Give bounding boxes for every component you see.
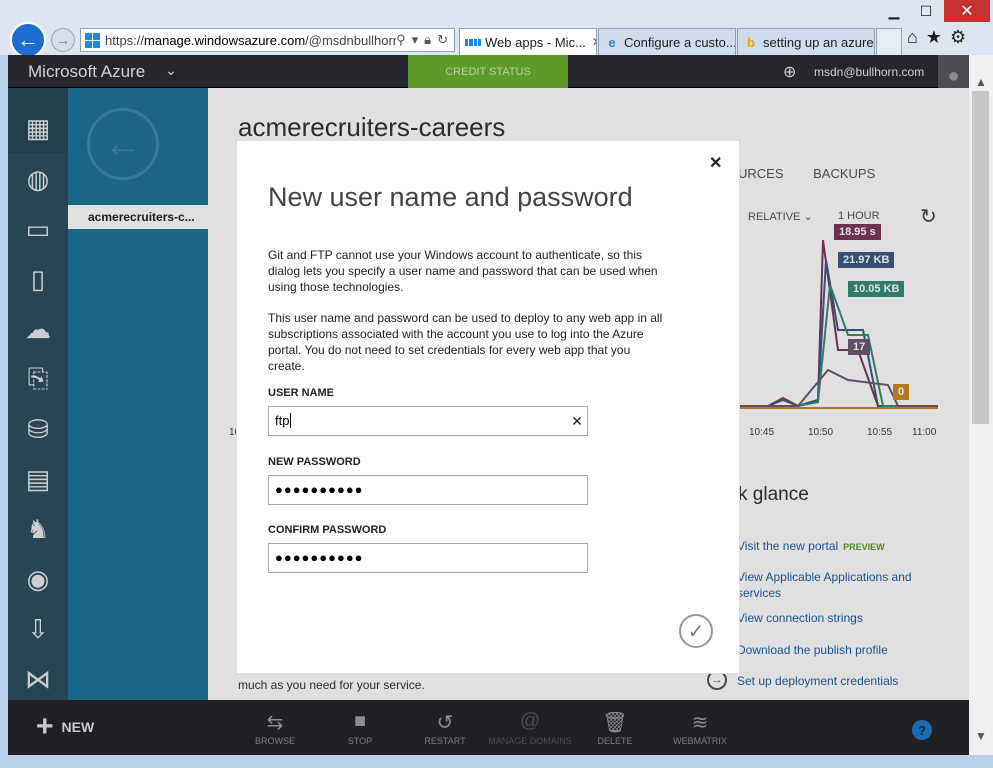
windows-logo-icon xyxy=(85,32,100,48)
confirm-password-label: CONFIRM PASSWORD xyxy=(268,524,387,536)
forward-button[interactable]: → xyxy=(51,28,75,52)
tab-configure-custom[interactable]: e Configure a custo... xyxy=(598,28,736,55)
user-email[interactable]: msdn@bullhorn.com xyxy=(814,65,924,79)
plus-icon: + xyxy=(36,710,54,743)
dialog-description-2: This user name and password can be used … xyxy=(268,311,663,373)
checkmark-icon: ✓ xyxy=(687,620,705,643)
bing-icon: b xyxy=(747,34,755,50)
back-arrow-icon: ← xyxy=(17,27,39,52)
windows-logo-icon xyxy=(465,34,481,50)
address-url[interactable]: https://manage.windowsazure.com/@msdnbul… xyxy=(105,33,396,48)
credit-status-button[interactable]: CREDIT STATUS xyxy=(408,55,568,88)
new-password-field[interactable]: ●●●●●●●●●● xyxy=(268,475,588,505)
new-tab-button[interactable] xyxy=(876,28,902,55)
refresh-page-icon[interactable]: ↻ xyxy=(437,32,448,48)
settings-gear-icon[interactable]: ⚙ xyxy=(950,27,966,48)
dialog-description: Git and FTP cannot use your Windows acco… xyxy=(268,248,658,294)
scroll-down-icon[interactable]: ▼ xyxy=(975,729,987,743)
minimize-button[interactable]: ▁ xyxy=(880,0,908,22)
clear-icon[interactable]: ✕ xyxy=(569,407,585,435)
browser-toolbar: ⌂ ★ ⚙ xyxy=(907,27,966,48)
text-caret xyxy=(290,413,292,428)
scroll-up-icon[interactable]: ▲ xyxy=(975,75,987,89)
lock-icon[interactable]: 🔒︎ xyxy=(424,32,431,48)
user-name-value: ftp xyxy=(275,413,290,428)
user-name-field[interactable]: ftp ✕ xyxy=(268,406,588,436)
home-icon[interactable]: ⌂ xyxy=(907,27,918,48)
avatar[interactable]: ● xyxy=(938,55,969,88)
tab-label: Web apps - Mic... xyxy=(485,34,586,50)
scroll-thumb[interactable] xyxy=(972,91,989,424)
tab-web-apps[interactable]: Web apps - Mic... ✕ xyxy=(459,28,597,55)
tab-label: Configure a custo... xyxy=(624,34,736,50)
forward-arrow-icon: → xyxy=(56,32,70,48)
new-password-label: NEW PASSWORD xyxy=(268,456,361,468)
close-icon[interactable]: ✕ xyxy=(709,153,722,173)
user-silhouette-icon: ● xyxy=(947,65,960,87)
search-icon[interactable]: ⚲ xyxy=(396,32,406,48)
dialog-title: New user name and password xyxy=(268,182,633,212)
user-name-label: USER NAME xyxy=(268,387,335,399)
webmatrix-icon: ≋ xyxy=(691,712,709,734)
close-window-button[interactable]: ✕ xyxy=(944,0,990,22)
close-tab-icon[interactable]: ✕ xyxy=(592,35,596,49)
back-button[interactable]: ← xyxy=(10,22,46,58)
maximize-button[interactable]: ☐ xyxy=(912,0,940,22)
credentials-dialog: ✕ New user name and password Git and FTP… xyxy=(237,141,739,673)
page-scrollbar[interactable]: ▲ ▼ xyxy=(969,55,993,755)
webmatrix-button[interactable]: ≋ WEBMATRIX xyxy=(650,710,750,746)
browser-chrome: ▁ ☐ ✕ ← → https://manage.windowsazure.co… xyxy=(0,0,993,58)
dropdown-icon[interactable]: ▾ xyxy=(412,32,419,48)
chevron-down-icon[interactable]: ⌄ xyxy=(165,62,177,79)
azure-top-bar: Microsoft Azure ⌄ CREDIT STATUS ⊕ msdn@b… xyxy=(8,55,969,88)
tab-label: setting up an azure... xyxy=(763,34,875,50)
confirm-checkmark-button[interactable]: ✓ xyxy=(679,614,713,648)
help-button[interactable]: ? xyxy=(912,720,932,740)
favorites-star-icon[interactable]: ★ xyxy=(926,27,942,48)
brand-title[interactable]: Microsoft Azure xyxy=(28,62,145,82)
new-button[interactable]: + NEW xyxy=(36,710,94,743)
tab-setting-up-azure[interactable]: b setting up an azure... xyxy=(737,28,875,55)
command-bar: + NEW ⇆ BROWSE ■ STOP ↺ RESTART @ MANAGE DOMA… xyxy=(8,700,969,755)
ie-icon: e xyxy=(608,34,616,50)
globe-icon[interactable]: ⊕ xyxy=(783,62,796,82)
address-bar[interactable]: https://manage.windowsazure.com/@msdnbul… xyxy=(80,28,455,52)
confirm-password-field[interactable]: ●●●●●●●●●● xyxy=(268,543,588,573)
